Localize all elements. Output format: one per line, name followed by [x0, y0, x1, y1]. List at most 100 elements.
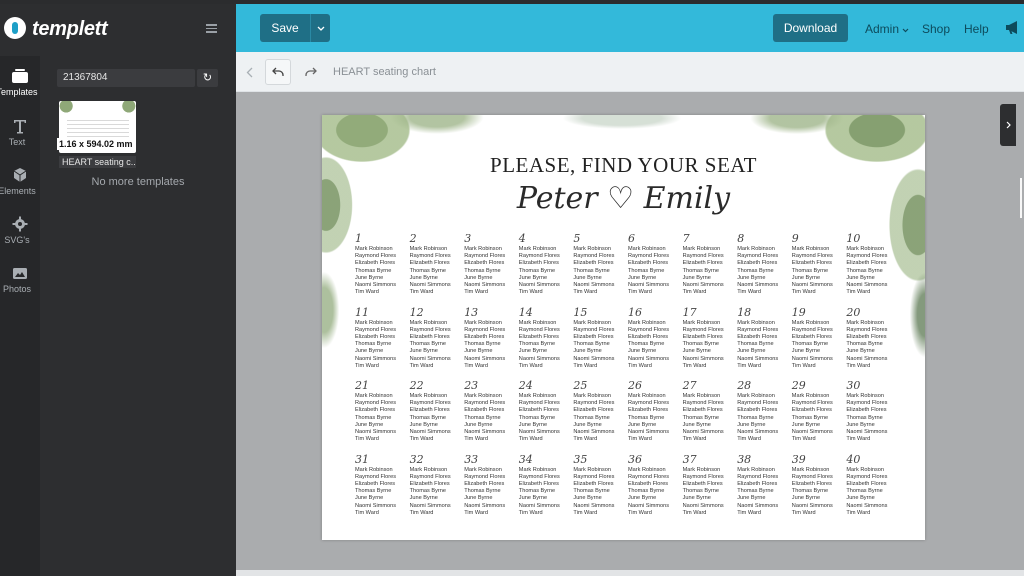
guest-name: Elizabeth Flores [573, 480, 614, 487]
guest-name: Tim Ward [518, 509, 543, 516]
brand[interactable]: templett [0, 4, 236, 52]
table-block: 1 Mark Robinson Raymond Flores Elizabeth Fl… [355, 232, 409, 305]
guest-name: June Byrne [628, 274, 657, 281]
scrollbar[interactable] [1020, 178, 1022, 218]
guest-name: Tim Ward [518, 289, 543, 296]
guest-name: Raymond Flores [628, 326, 670, 333]
table-block: 31 Mark Robinson Raymond Flores Elizabeth F… [355, 453, 409, 526]
table-block: 24 Mark Robinson Raymond Flores Elizabeth F… [519, 379, 573, 452]
thumbnail-name: HEART seating c... [59, 156, 136, 168]
guest-name: Naomi Simmons [682, 502, 724, 509]
table-number: 19 [791, 305, 806, 319]
guest-name: June Byrne [846, 348, 875, 355]
guest-name: Tim Ward [409, 509, 434, 516]
guest-name: Mark Robinson [464, 393, 502, 399]
templates-icon [12, 69, 28, 83]
chevron-down-icon [317, 26, 324, 31]
nav-templates[interactable]: Templates [0, 68, 40, 114]
guest-list: Mark Robinson Raymond Flores Elizabeth Flo… [410, 393, 464, 443]
table-block: 14 Mark Robinson Raymond Flores Elizabeth F… [519, 306, 573, 379]
guest-name: Thomas Byrne [846, 414, 883, 421]
guest-name: Thomas Byrne [846, 341, 883, 348]
redo-button[interactable] [298, 59, 324, 85]
hamburger-menu-icon[interactable] [206, 24, 217, 33]
thumbnail-dimensions: 1.16 x 594.02 mm [57, 138, 135, 150]
guest-name: Mark Robinson [409, 466, 448, 473]
photos-icon [13, 268, 27, 279]
refresh-button[interactable]: ↻ [197, 69, 218, 87]
guest-name: Thomas Byrne [846, 488, 883, 495]
table-number: 17 [682, 305, 697, 319]
guest-name: Raymond Flores [355, 326, 397, 333]
table-number: 29 [791, 379, 806, 392]
guest-name: June Byrne [409, 495, 438, 502]
guest-name: Raymond Flores [737, 253, 779, 260]
guest-name: Mark Robinson [573, 319, 612, 326]
guest-name: Naomi Simmons [573, 429, 615, 436]
nav-photos[interactable]: Photos [0, 265, 40, 311]
table-block: 18 Mark Robinson Raymond Flores Elizabeth F… [737, 306, 791, 379]
guest-name: Elizabeth Flores [737, 480, 778, 487]
help-link[interactable]: Help [964, 22, 989, 36]
save-options-button[interactable] [310, 14, 330, 42]
brand-name: templett [32, 18, 108, 40]
nav-svgs[interactable]: SVG's [0, 216, 40, 262]
guest-name: Thomas Byrne [573, 488, 610, 495]
guest-name: Tim Ward [628, 362, 652, 369]
guest-list: Mark Robinson Raymond Flores Elizabeth Flo… [792, 246, 846, 296]
guest-name: Thomas Byrne [464, 341, 501, 348]
seating-chart-document[interactable]: PLEASE, FIND YOUR SEAT Peter ♡ Emily 1 Ma… [322, 115, 925, 540]
nav-text[interactable]: Text [0, 118, 40, 164]
guest-name: Thomas Byrne [628, 414, 665, 421]
guest-name: Tim Ward [846, 509, 871, 516]
template-search-input[interactable]: 21367804 [57, 69, 195, 87]
nav-text-label: Text [8, 137, 26, 147]
guest-name: Elizabeth Flores [846, 480, 887, 487]
guest-name: Tim Ward [464, 436, 489, 443]
seating-heading: PLEASE, FIND YOUR SEAT [490, 153, 757, 177]
back-button[interactable] [236, 59, 262, 85]
megaphone-icon[interactable] [1005, 20, 1021, 35]
guest-name: Elizabeth Flores [846, 333, 887, 340]
guest-name: Mark Robinson [355, 246, 393, 252]
download-button[interactable]: Download [773, 14, 848, 42]
undo-button[interactable] [265, 59, 291, 85]
shop-link[interactable]: Shop [922, 22, 950, 36]
admin-menu[interactable]: Admin [865, 22, 909, 36]
guest-name: Raymond Flores [682, 326, 724, 333]
guest-name: Mark Robinson [682, 246, 721, 252]
table-number: 20 [846, 305, 861, 319]
guest-name: Elizabeth Flores [682, 333, 723, 340]
guest-name: Tim Ward [573, 509, 598, 516]
guest-name: Mark Robinson [409, 246, 448, 252]
guest-name: Tim Ward [518, 362, 543, 369]
guest-name: Naomi Simmons [846, 282, 888, 289]
document-title[interactable]: HEART seating chart [333, 66, 436, 78]
guest-name: Naomi Simmons [791, 502, 833, 509]
guest-name: June Byrne [846, 495, 875, 502]
guest-name: Mark Robinson [518, 466, 557, 473]
guest-name: Tim Ward [846, 362, 871, 369]
guest-name: Raymond Flores [464, 326, 506, 333]
table-block: 28 Mark Robinson Raymond Flores Elizabeth F… [737, 379, 791, 452]
guest-name: Naomi Simmons [682, 355, 724, 362]
guest-name: Elizabeth Flores [846, 407, 887, 414]
guest-name: Elizabeth Flores [791, 333, 832, 340]
save-button[interactable]: Save [260, 14, 310, 42]
horizontal-scrollbar[interactable] [236, 570, 1024, 576]
guest-name: Tim Ward [573, 362, 598, 369]
guest-name: Elizabeth Flores [628, 333, 669, 340]
redo-icon [305, 67, 317, 76]
guest-name: June Byrne [355, 495, 384, 502]
guest-name: June Byrne [518, 495, 548, 502]
guest-name: Raymond Flores [682, 400, 724, 407]
nav-elements[interactable]: Elements [0, 167, 40, 213]
guest-name: June Byrne [791, 421, 821, 428]
guest-name: Thomas Byrne [464, 488, 501, 495]
guest-name: June Byrne [682, 421, 711, 428]
guest-name: June Byrne [737, 348, 766, 355]
guest-name: Naomi Simmons [409, 355, 451, 362]
guest-list: Mark Robinson Raymond Flores Elizabeth Flo… [792, 393, 846, 443]
side-panel-toggle[interactable] [1000, 104, 1016, 146]
guest-list: Mark Robinson Raymond Flores Elizabeth Flo… [792, 320, 846, 370]
